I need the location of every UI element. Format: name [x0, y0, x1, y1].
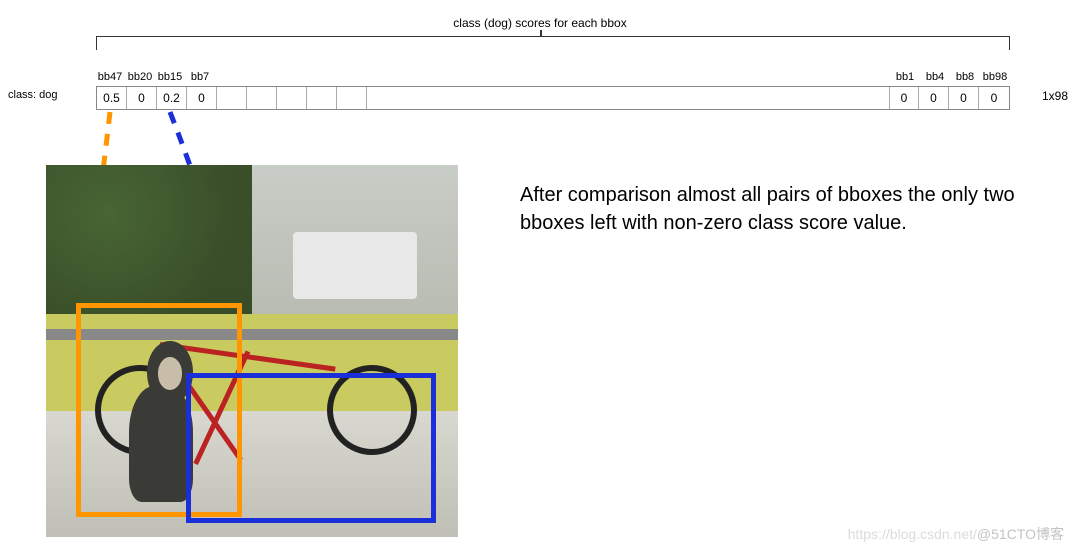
- bb-label-15: bb15: [158, 71, 182, 83]
- bb-label-8: bb8: [956, 71, 974, 83]
- dim-label: 1x98: [1042, 89, 1068, 103]
- array-gap: [367, 87, 889, 109]
- cell-bb15: 0.2: [157, 87, 187, 109]
- cell-bb98: 0: [979, 87, 1009, 109]
- bb-label-20: bb20: [128, 71, 152, 83]
- cell-bb1: 0: [889, 87, 919, 109]
- cell-empty-5: [337, 87, 367, 109]
- cell-bb20: 0: [127, 87, 157, 109]
- cell-empty-1: [217, 87, 247, 109]
- bb-label-98: bb98: [983, 71, 1007, 83]
- watermark-51cto: @51CTO博客: [977, 526, 1064, 542]
- cell-empty-2: [247, 87, 277, 109]
- watermark: https://blog.csdn.net/@51CTO博客: [848, 524, 1064, 544]
- cell-bb7: 0: [187, 87, 217, 109]
- bb-label-4: bb4: [926, 71, 944, 83]
- bb-label-7: bb7: [191, 71, 209, 83]
- bbox-blue: [186, 373, 436, 523]
- explanation-text: After comparison almost all pairs of bbo…: [520, 181, 1060, 237]
- cell-empty-3: [277, 87, 307, 109]
- watermark-csdn: https://blog.csdn.net/: [848, 526, 977, 542]
- cell-bb4: 0: [919, 87, 949, 109]
- score-array: 0.5 0 0.2 0 0 0 0 0: [96, 86, 1010, 110]
- cell-bb8: 0: [949, 87, 979, 109]
- image-panel: [46, 165, 458, 537]
- van-shape: [293, 232, 417, 299]
- bracket-bar: [96, 36, 1010, 50]
- bb-label-1: bb1: [896, 71, 914, 83]
- header-label: class (dog) scores for each bbox: [0, 16, 1080, 30]
- cell-empty-4: [307, 87, 337, 109]
- bb-label-47: bb47: [98, 71, 122, 83]
- class-label: class: dog: [8, 89, 58, 101]
- cell-bb47: 0.5: [97, 87, 127, 109]
